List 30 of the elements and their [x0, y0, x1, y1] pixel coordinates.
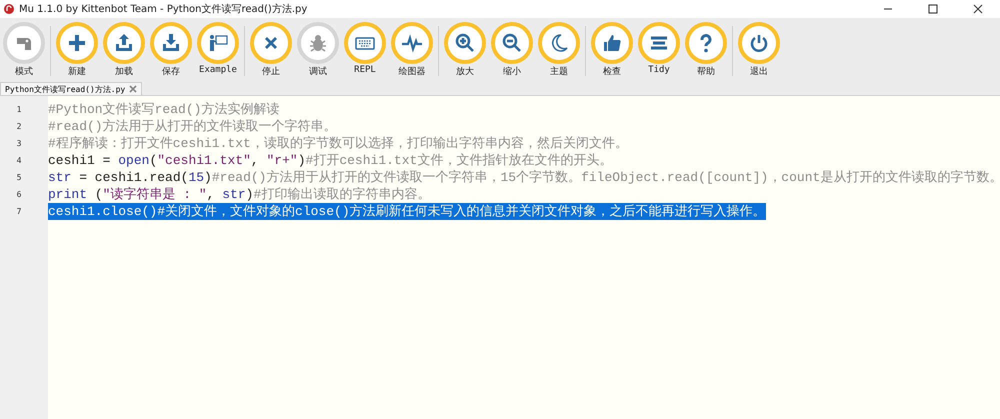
code-line: print ("读字符串是 : ", str)#打印输出读取的字符串内容。 [48, 186, 430, 203]
download-icon [160, 32, 182, 54]
bug-icon [307, 32, 329, 54]
zoom-out-icon [501, 32, 523, 54]
line-number: 7 [16, 206, 22, 218]
thumbs-up-icon [601, 32, 623, 54]
close-tab-icon[interactable] [129, 85, 138, 93]
code-line: ceshi1 = open("ceshi1.txt", "r+")#打开ceshi1.txt文件，文件指针放在文件的开头。 [48, 152, 612, 169]
presenter-icon [207, 32, 229, 54]
code-line: #程序解读：打开文件ceshi1.txt，读取的字节数可以选择，打印输出字符串内容，然后关闭文件。 [48, 135, 628, 152]
code-line: str = ceshi1.read(15)#read()方法用于从打开的文件读取一个字符串，15个字节数。fileObject.read([count])，count是从打开的文件读取的字节数。 [48, 169, 1000, 186]
pulse-icon [401, 32, 423, 54]
window-title: Mu 1.1.0 by Kittenbot Team - Python文件读写read()方法.py [19, 2, 308, 16]
line-number: 2 [16, 121, 22, 133]
code-editor[interactable] [0, 95, 1000, 419]
maximize-icon [928, 4, 938, 14]
code-line: #read()方法用于从打开的文件读取一个字符串。 [48, 118, 337, 135]
code-line: #Python文件读写read()方法实例解读 [48, 101, 280, 118]
line-number: 1 [16, 104, 22, 116]
zoom-in-icon [454, 32, 476, 54]
line-number: 6 [16, 189, 22, 201]
app-logo-icon [4, 4, 14, 14]
plus-icon [66, 32, 88, 54]
power-icon [748, 32, 770, 54]
line-number: 3 [16, 138, 22, 150]
line-number: 5 [16, 172, 22, 184]
editor-tab[interactable]: Python文件读写read()方法.py [0, 82, 142, 95]
close-icon [972, 4, 982, 14]
upload-icon [113, 32, 135, 54]
line-number: 4 [16, 155, 22, 167]
